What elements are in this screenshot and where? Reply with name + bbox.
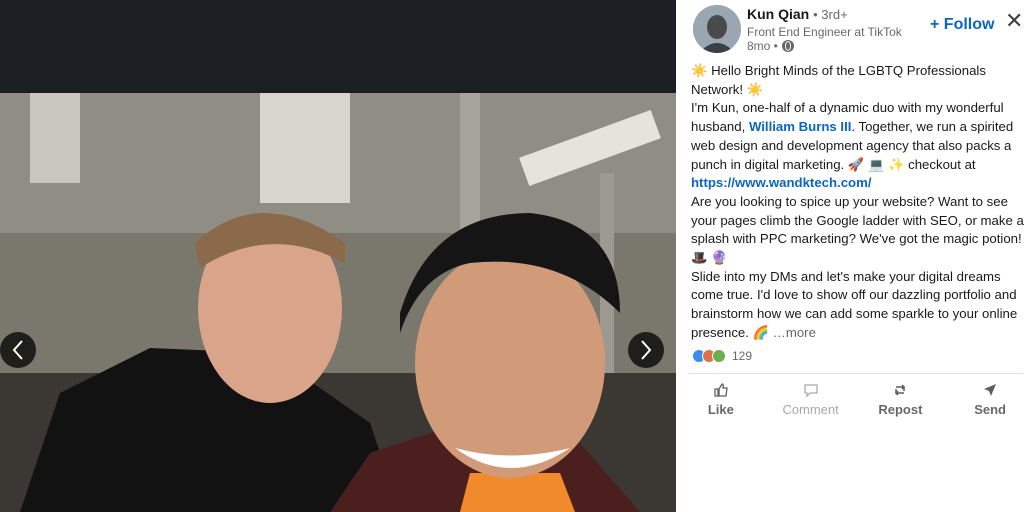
author-avatar[interactable] bbox=[693, 5, 741, 53]
chevron-left-icon bbox=[12, 340, 23, 360]
send-icon bbox=[984, 384, 997, 396]
mention-link[interactable]: William Burns III bbox=[749, 119, 851, 134]
send-button[interactable]: Send bbox=[945, 378, 1035, 418]
post-text-line: I'm Kun, one-half of a dynamic duo with … bbox=[691, 99, 1027, 193]
see-more-button[interactable]: …more bbox=[773, 325, 816, 340]
author-name[interactable]: Kun Qian bbox=[747, 6, 809, 22]
post-meta: 8mo • bbox=[747, 39, 794, 53]
previous-image-button[interactable] bbox=[0, 332, 36, 368]
support-reaction-icon bbox=[712, 349, 726, 363]
author-headline: Front End Engineer at TikTok bbox=[747, 25, 902, 39]
post-text-line: Are you looking to spice up your website… bbox=[691, 193, 1024, 266]
social-actions-bar: Like Comment Repost Send bbox=[676, 378, 1035, 418]
globe-icon bbox=[781, 40, 794, 52]
close-icon[interactable]: ✕ bbox=[1005, 10, 1023, 32]
post-text-line: Slide into my DMs and let's make your di… bbox=[691, 268, 1027, 343]
send-label: Send bbox=[974, 402, 1007, 417]
chevron-right-icon bbox=[641, 340, 652, 360]
reactions-count: 129 bbox=[732, 349, 753, 363]
comment-icon bbox=[803, 384, 818, 398]
like-label: Like bbox=[707, 402, 734, 417]
post-viewer: Kun Qian • 3rd+ Front End Engineer at Ti… bbox=[0, 0, 1035, 512]
post-time: 8mo • bbox=[747, 39, 778, 53]
post-panel: Kun Qian • 3rd+ Front End Engineer at Ti… bbox=[676, 0, 1035, 512]
comment-label: Comment bbox=[782, 402, 839, 417]
reaction-icons bbox=[692, 349, 726, 363]
post-photo bbox=[0, 93, 676, 512]
thumbs-up-icon bbox=[714, 383, 728, 397]
comment-button[interactable]: Comment bbox=[766, 378, 856, 418]
post-body: ☀️ Hello Bright Minds of the LGBTQ Profe… bbox=[691, 62, 1027, 343]
website-link[interactable]: https://www.wandktech.com/ bbox=[691, 175, 872, 190]
like-button[interactable]: Like bbox=[676, 378, 766, 418]
post-text-segment: Slide into my DMs and let's make your di… bbox=[691, 268, 1018, 340]
post-text-line: ☀️ Hello Bright Minds of the LGBTQ Profe… bbox=[691, 63, 986, 97]
repost-icon bbox=[895, 384, 906, 396]
next-image-button[interactable] bbox=[628, 332, 664, 368]
follow-button[interactable]: + Follow bbox=[930, 16, 994, 34]
reactions-summary[interactable]: 129 bbox=[692, 349, 752, 363]
divider bbox=[689, 373, 1023, 374]
repost-button[interactable]: Repost bbox=[856, 378, 946, 418]
media-panel bbox=[0, 0, 676, 512]
connection-degree: • 3rd+ bbox=[813, 7, 848, 22]
author-name-row: Kun Qian • 3rd+ bbox=[747, 6, 848, 22]
repost-label: Repost bbox=[878, 402, 923, 417]
